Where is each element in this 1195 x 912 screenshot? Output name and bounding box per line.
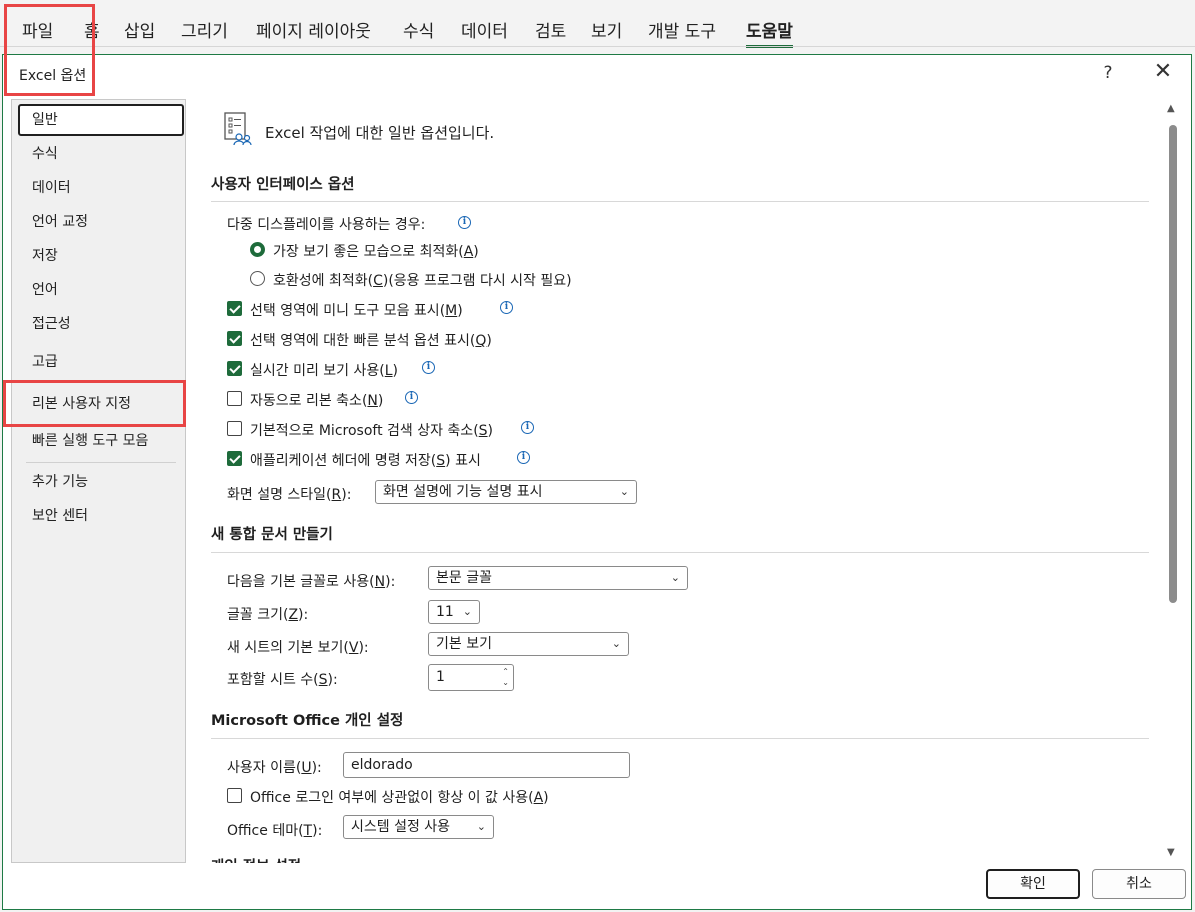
- nav-item-save[interactable]: 저장: [18, 240, 184, 272]
- options-nav: 일반 수식 데이터 언어 교정 저장 언어 접근성 고급 리본 사용자 지정 빠…: [11, 99, 186, 863]
- nav-item-quick-access-toolbar[interactable]: 빠른 실행 도구 모음: [18, 425, 184, 457]
- ribbon-tab-formulas[interactable]: 수식: [403, 17, 434, 42]
- nav-item-add-ins[interactable]: 추가 기능: [18, 466, 184, 498]
- sheet-count-value: 1: [436, 669, 445, 685]
- checkbox-live-preview-label[interactable]: 실시간 미리 보기 사용(L): [250, 360, 398, 380]
- checkbox-quick-analysis[interactable]: [227, 331, 242, 346]
- checkbox-always-use-values-label[interactable]: Office 로그인 여부에 상관없이 항상 이 값 사용(A): [250, 787, 549, 807]
- nav-item-general[interactable]: 일반: [18, 104, 184, 136]
- pane-header: Excel 작업에 대한 일반 옵션입니다.: [265, 124, 495, 142]
- default-font-label: 다음을 기본 글꼴로 사용(N):: [227, 574, 396, 590]
- info-icon[interactable]: i: [521, 421, 534, 434]
- checkbox-collapse-search[interactable]: [227, 421, 242, 436]
- default-font-select[interactable]: 본문 글꼴 ⌄: [428, 566, 688, 590]
- nav-item-language[interactable]: 언어: [18, 274, 184, 306]
- default-view-value: 기본 보기: [436, 636, 492, 652]
- ribbon-tab-view[interactable]: 보기: [591, 17, 622, 42]
- highlight-customize-ribbon: [3, 380, 186, 427]
- close-icon[interactable]: ✕: [1151, 61, 1175, 83]
- ribbon-tab-developer[interactable]: 개발 도구: [648, 17, 716, 42]
- nav-item-trust-center[interactable]: 보안 센터: [18, 500, 184, 532]
- font-size-label: 글꼴 크기(Z):: [227, 607, 309, 623]
- default-font-value: 본문 글꼴: [436, 570, 492, 586]
- info-icon[interactable]: i: [500, 301, 513, 314]
- info-icon[interactable]: i: [422, 361, 435, 374]
- section-divider: [211, 552, 1149, 553]
- checkbox-mini-toolbar-label[interactable]: 선택 영역에 미니 도구 모음 표시(M): [250, 300, 463, 320]
- nav-divider: [26, 462, 176, 463]
- ribbon-tab-review[interactable]: 검토: [535, 17, 566, 42]
- section-divider: [211, 201, 1149, 202]
- multi-display-label: 다중 디스플레이를 사용하는 경우:: [227, 217, 426, 233]
- checkbox-collapse-ribbon[interactable]: [227, 391, 242, 406]
- info-icon[interactable]: i: [458, 216, 471, 229]
- chevron-down-icon: ⌄: [462, 605, 472, 618]
- chevron-down-icon: ⌄: [476, 820, 486, 833]
- scroll-thumb[interactable]: [1169, 125, 1177, 603]
- spin-up-icon[interactable]: ⌃: [502, 668, 509, 676]
- ok-button[interactable]: 확인: [986, 869, 1080, 899]
- cancel-button[interactable]: 취소: [1092, 869, 1186, 899]
- ribbon-tab-data[interactable]: 데이터: [461, 17, 508, 42]
- checkbox-collapse-search-label[interactable]: 기본적으로 Microsoft 검색 상자 축소(S): [250, 420, 493, 440]
- office-theme-select[interactable]: 시스템 설정 사용 ⌄: [343, 815, 494, 839]
- font-size-value: 11: [436, 604, 454, 620]
- general-options-pane: Excel 작업에 대한 일반 옵션입니다. 사용자 인터페이스 옵션 다중 디…: [193, 99, 1161, 863]
- nav-item-proofing[interactable]: 언어 교정: [18, 206, 184, 238]
- excel-options-dialog: Excel 옵션 ? ✕ 일반 수식 데이터 언어 교정 저장 언어 접근성 고…: [2, 54, 1192, 910]
- checkbox-live-preview[interactable]: [227, 361, 242, 376]
- info-icon[interactable]: i: [517, 451, 530, 464]
- sheet-count-label: 포함할 시트 수(S):: [227, 672, 338, 688]
- checkbox-mini-toolbar[interactable]: [227, 301, 242, 316]
- office-theme-label: Office 테마(T):: [227, 823, 323, 839]
- nav-item-data[interactable]: 데이터: [18, 172, 184, 204]
- help-icon[interactable]: ?: [1098, 63, 1118, 83]
- checkbox-header-commands[interactable]: [227, 451, 242, 466]
- ribbon-tab-page-layout[interactable]: 페이지 레이아웃: [256, 17, 371, 42]
- nav-item-advanced[interactable]: 고급: [18, 346, 184, 378]
- font-size-select[interactable]: 11 ⌄: [428, 600, 480, 624]
- ribbon-tab-insert[interactable]: 삽입: [124, 17, 155, 42]
- section-divider: [211, 738, 1149, 739]
- username-input[interactable]: eldorado: [343, 752, 630, 778]
- highlight-file-tab: [4, 4, 95, 96]
- general-options-icon: [224, 112, 252, 146]
- spin-down-icon[interactable]: ⌄: [502, 679, 509, 687]
- checkbox-collapse-ribbon-label[interactable]: 자동으로 리본 축소(N): [250, 390, 383, 410]
- default-view-select[interactable]: 기본 보기 ⌄: [428, 632, 629, 656]
- ribbon-divider: [0, 46, 1195, 47]
- radio-optimize-compatibility-label[interactable]: 호환성에 최적화(C)(응용 프로그램 다시 시작 필요): [273, 270, 572, 290]
- options-scrollbar[interactable]: ▲ ▼: [1165, 99, 1181, 863]
- section-title-new-workbook: 새 통합 문서 만들기: [211, 527, 333, 543]
- ribbon-tab-help[interactable]: 도움말: [746, 17, 793, 48]
- tooltip-style-value: 화면 설명에 기능 설명 표시: [383, 484, 543, 500]
- nav-item-formulas[interactable]: 수식: [18, 138, 184, 170]
- ribbon-tab-draw[interactable]: 그리기: [181, 17, 228, 42]
- chevron-down-icon: ⌄: [619, 485, 629, 498]
- scroll-down-icon[interactable]: ▼: [1167, 847, 1175, 858]
- nav-item-accessibility[interactable]: 접근성: [18, 308, 184, 340]
- username-label: 사용자 이름(U):: [227, 760, 322, 776]
- scroll-up-icon[interactable]: ▲: [1167, 103, 1175, 114]
- info-icon[interactable]: i: [405, 391, 418, 404]
- radio-optimize-appearance-label[interactable]: 가장 보기 좋은 모습으로 최적화(A): [273, 241, 479, 261]
- radio-optimize-compatibility[interactable]: [250, 271, 265, 286]
- checkbox-always-use-values[interactable]: [227, 788, 242, 803]
- chevron-down-icon: ⌄: [611, 637, 621, 650]
- tooltip-style-label: 화면 설명 스타일(R):: [227, 487, 352, 503]
- office-theme-value: 시스템 설정 사용: [351, 819, 451, 835]
- section-title-ui-options: 사용자 인터페이스 옵션: [211, 177, 355, 193]
- sheet-count-spinner[interactable]: 1 ⌃ ⌄: [428, 664, 514, 691]
- section-title-office-personalization: Microsoft Office 개인 설정: [211, 713, 404, 729]
- ribbon-tab-bar: 파일 홈 삽입 그리기 페이지 레이아웃 수식 데이터 검토 보기 개발 도구 …: [0, 0, 1195, 48]
- tooltip-style-select[interactable]: 화면 설명에 기능 설명 표시 ⌄: [375, 480, 637, 504]
- checkbox-header-commands-label[interactable]: 애플리케이션 헤더에 명령 저장(S) 표시: [250, 450, 481, 470]
- radio-optimize-appearance[interactable]: [250, 242, 265, 257]
- default-view-label: 새 시트의 기본 보기(V):: [227, 640, 369, 656]
- section-title-privacy: 개인 정보 설정: [211, 855, 301, 863]
- checkbox-quick-analysis-label[interactable]: 선택 영역에 대한 빠른 분석 옵션 표시(Q): [250, 330, 492, 350]
- chevron-down-icon: ⌄: [670, 571, 680, 584]
